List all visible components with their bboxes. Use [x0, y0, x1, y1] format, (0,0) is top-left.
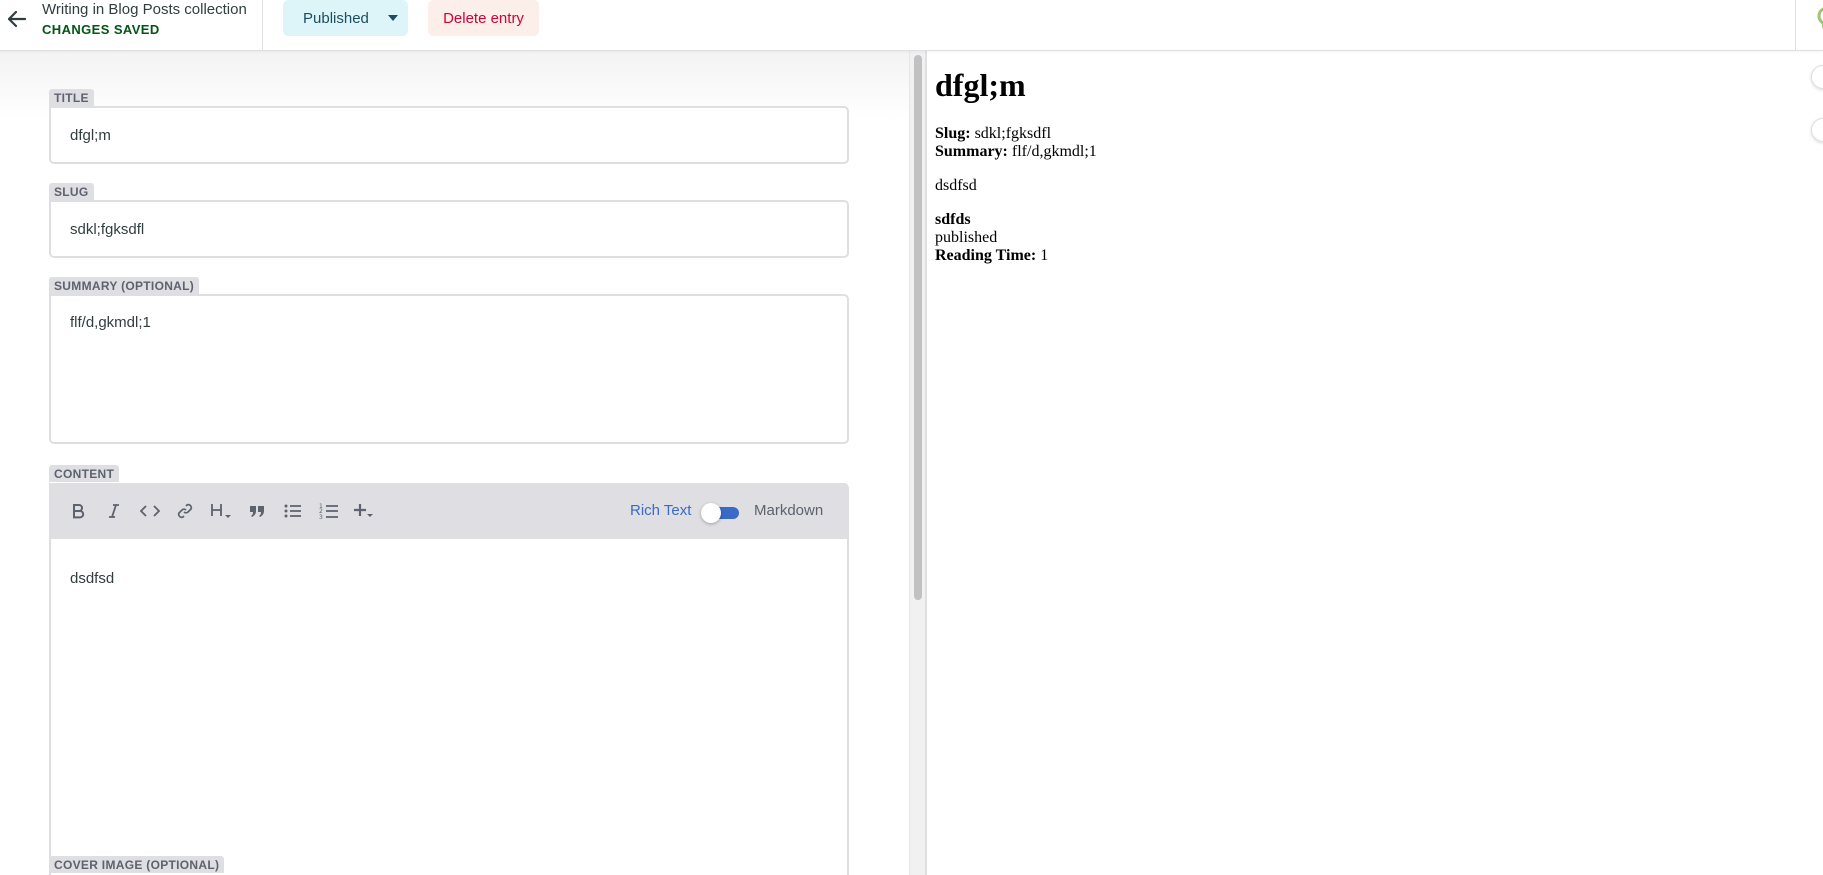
- numbered-list-icon[interactable]: 123: [317, 500, 341, 522]
- link-icon[interactable]: [173, 500, 197, 522]
- cover-image-field-label: COVER IMAGE (OPTIONAL): [49, 856, 225, 873]
- code-icon[interactable]: [138, 500, 162, 522]
- preview-pane: dfgl;m Slug: sdkl;fgksdfl Summary: flf/d…: [925, 51, 1823, 875]
- content-field-label: CONTENT: [49, 465, 120, 482]
- editor-pane: TITLE dfgl;m SLUG sdkl;fgksdfl SUMMARY (…: [0, 51, 909, 875]
- svg-text:3: 3: [319, 514, 323, 520]
- preview-reading-time: Reading Time: 1: [935, 247, 1823, 265]
- slug-input[interactable]: sdkl;fgksdfl: [49, 200, 849, 258]
- delete-entry-button[interactable]: Delete entry: [428, 0, 539, 36]
- editor-mode-toggle[interactable]: [701, 503, 739, 523]
- back-button[interactable]: [0, 0, 34, 38]
- publish-status-dropdown[interactable]: Published: [283, 0, 408, 36]
- preview-summary-label: Summary:: [935, 143, 1008, 160]
- title-field-label: TITLE: [49, 89, 94, 106]
- add-component-icon[interactable]: [352, 500, 376, 522]
- avatar-icon[interactable]: [1817, 4, 1823, 34]
- editor-top-bar: Writing in Blog Posts collection CHANGES…: [0, 0, 1823, 51]
- preview-slug-value: sdkl;fgksdfl: [974, 125, 1052, 142]
- content-editor[interactable]: dsdfsd: [49, 539, 849, 875]
- preview-reading-time-value: 1: [1040, 247, 1049, 264]
- heading-icon[interactable]: [209, 500, 233, 522]
- markdown-mode-label[interactable]: Markdown: [754, 502, 823, 519]
- rich-text-toolbar: 123 Rich Text Markdown: [49, 483, 849, 539]
- rich-text-mode-label[interactable]: Rich Text: [630, 502, 691, 519]
- header-divider-right: [1795, 0, 1796, 51]
- quote-icon[interactable]: [245, 500, 269, 522]
- preview-summary-value: flf/d,gkmdl;1: [1011, 143, 1097, 160]
- preview-status: published: [935, 229, 998, 246]
- publish-status-label: Published: [303, 9, 369, 27]
- preview-reading-time-label: Reading Time:: [935, 247, 1037, 264]
- preview-slug-label: Slug:: [935, 125, 971, 142]
- bulleted-list-icon[interactable]: [281, 500, 305, 522]
- title-input[interactable]: dfgl;m: [49, 106, 849, 164]
- content-text: dsdfsd: [70, 570, 115, 587]
- arrow-left-icon: [8, 11, 26, 27]
- bold-icon[interactable]: [66, 500, 90, 522]
- caret-down-icon: [388, 15, 398, 21]
- preview-slug: Slug: sdkl;fgksdfl: [935, 125, 1823, 143]
- editor-scrollbar-thumb[interactable]: [914, 55, 922, 600]
- slug-field-label: SLUG: [49, 183, 94, 200]
- summary-textarea[interactable]: flf/d,gkmdl;1: [49, 294, 849, 444]
- entry-title-block: Writing in Blog Posts collection CHANGES…: [42, 1, 247, 37]
- toggle-knob: [701, 503, 721, 523]
- editor-scrollbar[interactable]: [909, 51, 925, 875]
- preview-summary: Summary: flf/d,gkmdl;1: [935, 143, 1823, 161]
- preview-body: dsdfsd: [935, 177, 977, 194]
- save-status: CHANGES SAVED: [42, 22, 160, 37]
- preview-title: dfgl;m: [935, 67, 1026, 103]
- header-divider: [262, 0, 263, 51]
- italic-icon[interactable]: [102, 500, 126, 522]
- summary-field-label: SUMMARY (OPTIONAL): [49, 277, 200, 294]
- collection-title: Writing in Blog Posts collection: [42, 1, 247, 18]
- preview-bold-text: sdfds: [935, 211, 971, 228]
